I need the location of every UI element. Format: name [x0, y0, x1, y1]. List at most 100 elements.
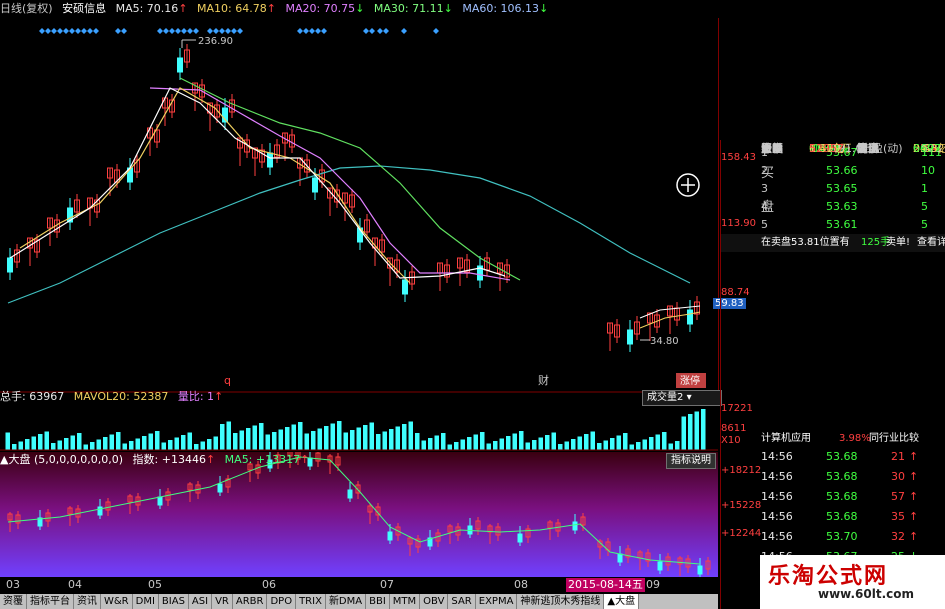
- bid-qty: 5: [921, 200, 928, 213]
- tick-time: 14:56: [761, 490, 793, 503]
- sector-row: 计算机应用 3.98% 同行业比较: [721, 430, 945, 448]
- volume-bar: [252, 425, 257, 450]
- signal-diamond: [377, 28, 383, 34]
- high-label: 236.90: [198, 36, 233, 47]
- candle-body: [697, 565, 703, 575]
- tick-direction: ↑: [909, 470, 919, 483]
- bid-row[interactable]: 3 53.65 1: [721, 180, 945, 198]
- signal-diamond: [193, 28, 199, 34]
- volume-bar: [194, 444, 199, 450]
- tab-6[interactable]: ASI: [189, 594, 213, 609]
- watermark-url: www.60lt.com: [818, 587, 915, 601]
- volume-bar: [408, 421, 413, 450]
- volume-bar: [285, 427, 290, 450]
- signal-diamond: [63, 28, 69, 34]
- volume-bar: [434, 435, 439, 450]
- volume-bar: [467, 437, 472, 450]
- tab-12[interactable]: BBI: [366, 594, 390, 609]
- candlestick-chart[interactable]: 236.90 34.80 q 财 涨停: [0, 18, 719, 393]
- volume-bar: [538, 437, 543, 450]
- bid-row[interactable]: 4 53.63 5: [721, 198, 945, 216]
- volume-bar: [668, 443, 673, 450]
- watermark-logo: 乐淘公式网 www.60lt.com: [760, 555, 945, 609]
- tick-time: 14:56: [761, 450, 793, 463]
- volume-bar: [512, 433, 517, 450]
- candle-body: [267, 152, 273, 168]
- peer-compare-button[interactable]: 同行业比较: [869, 430, 919, 448]
- tab-16[interactable]: EXPMA: [476, 594, 518, 609]
- volume-bar: [90, 442, 95, 450]
- tab-14[interactable]: OBV: [420, 594, 449, 609]
- bid-row[interactable]: 2 53.66 10: [721, 162, 945, 180]
- tick-volume: 21: [891, 450, 905, 463]
- marker-q: q: [224, 374, 231, 387]
- candle-body: [7, 257, 13, 273]
- volume-bar: [447, 444, 452, 450]
- candle-body: [627, 329, 633, 345]
- tick-direction: ↑: [909, 530, 919, 543]
- volume-bar: [148, 433, 153, 450]
- tab-18[interactable]: ▲大盘: [604, 594, 640, 609]
- tab-7[interactable]: VR: [212, 594, 233, 609]
- volume-bar: [317, 428, 322, 450]
- month-07: 07: [380, 578, 394, 591]
- view-detail-button[interactable]: 查看详: [917, 234, 945, 252]
- candle-body: [217, 483, 223, 493]
- quote-value: 52957: [809, 142, 844, 155]
- tab-3[interactable]: W&R: [101, 594, 133, 609]
- signal-diamond: [157, 28, 163, 34]
- volume-bar: [395, 426, 400, 450]
- candle-body: [402, 279, 408, 295]
- volume-bar: [330, 423, 335, 450]
- index-title: ▲大盘: [0, 453, 31, 466]
- tab-17[interactable]: 神新逃顶木秀指线: [517, 594, 605, 609]
- signal-diamond: [115, 28, 121, 34]
- volume-bar: [83, 444, 88, 450]
- tab-9[interactable]: DPO: [267, 594, 297, 609]
- tab-0[interactable]: 资覆: [0, 594, 27, 609]
- volume-bar: [298, 422, 303, 450]
- sell-order-button[interactable]: 卖单!: [886, 234, 910, 252]
- bid-row[interactable]: 5 53.61 5: [721, 216, 945, 234]
- tab-2[interactable]: 资讯: [74, 594, 101, 609]
- volume-bar: [590, 431, 595, 450]
- tab-5[interactable]: BIAS: [159, 594, 189, 609]
- volume-bar: [18, 441, 23, 450]
- volume-bar: [246, 428, 251, 450]
- volume-bar: [584, 434, 589, 450]
- index-chart[interactable]: [0, 452, 718, 577]
- quote-panel: 买 盘 1 53.67 111 2 53.66 10 3 53.65 1 4 53.63 5 5 53.6…: [720, 140, 945, 609]
- indicator-help-button[interactable]: 指标说明: [666, 453, 716, 469]
- sector-label[interactable]: 计算机应用: [761, 430, 811, 448]
- volume-bar: [291, 424, 296, 450]
- volume-bar: [272, 432, 277, 450]
- volume-bar: [564, 441, 569, 450]
- volume-bar: [558, 444, 563, 450]
- volume-bar: [12, 444, 17, 450]
- tab-1[interactable]: 指标平台: [27, 594, 74, 609]
- tick-volume: 57: [891, 490, 905, 503]
- tab-13[interactable]: MTM: [390, 594, 421, 609]
- bid-level: 5: [761, 218, 768, 231]
- ma60-value: MA60: 106.13↓: [462, 2, 549, 15]
- volume-bar: [499, 438, 504, 450]
- volume-bar: [31, 436, 36, 450]
- tab-4[interactable]: DMI: [133, 594, 159, 609]
- low-label: 34.80: [650, 336, 679, 347]
- volume-bar: [311, 431, 316, 450]
- volume-bar: [701, 409, 706, 450]
- volume-bar: [597, 443, 602, 450]
- volume-chart[interactable]: [0, 387, 718, 451]
- tab-11[interactable]: 新DMA: [326, 594, 367, 609]
- signal-diamond: [237, 28, 243, 34]
- period-label[interactable]: 日线(复权): [0, 2, 53, 15]
- signal-diamond: [187, 28, 193, 34]
- volume-bar: [460, 439, 465, 450]
- tab-8[interactable]: ARBR: [233, 594, 268, 609]
- tab-15[interactable]: SAR: [448, 594, 476, 609]
- candle-body: [347, 489, 353, 499]
- tab-10[interactable]: TRIX: [296, 594, 326, 609]
- tick-row: 14:56 53.68 57 ↑: [721, 488, 945, 506]
- signal-diamond: [297, 28, 303, 34]
- tick-price: 53.68: [826, 450, 858, 463]
